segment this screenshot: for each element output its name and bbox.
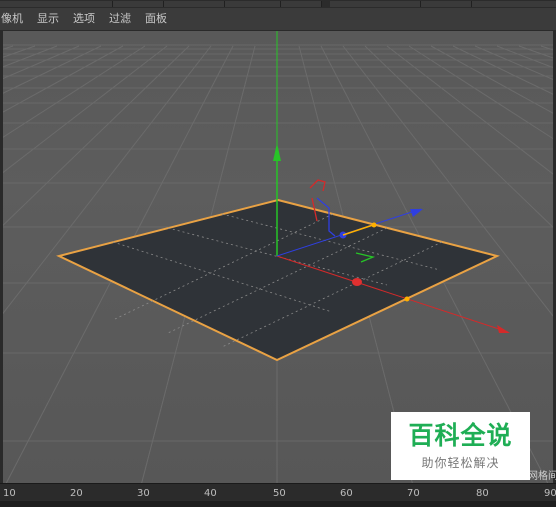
menu-camera[interactable]: 像机 — [1, 12, 23, 26]
viewport-menu-bar: 像机 显示 选项 过滤 面板 — [0, 8, 556, 31]
timeline-tick-label: 40 — [204, 488, 217, 499]
point-handle-1[interactable] — [371, 222, 377, 228]
timeline-tick-label: 20 — [70, 488, 83, 499]
menu-options[interactable]: 选项 — [73, 12, 95, 26]
menu-filter[interactable]: 过滤 — [109, 12, 131, 26]
menu-panel[interactable]: 面板 — [145, 12, 167, 26]
point-handle-2[interactable] — [404, 296, 410, 302]
watermark-subtitle: 助你轻松解决 — [421, 456, 500, 470]
timeline-tick-label: 50 — [273, 488, 286, 499]
x-axis-handle-dot[interactable] — [352, 278, 362, 286]
grid-spacing-label: 网格间 — [528, 471, 556, 482]
timeline-tick-label: 70 — [407, 488, 420, 499]
timeline-tick-label: 30 — [137, 488, 150, 499]
window-top-strip — [0, 0, 556, 8]
timeline-ruler[interactable]: 10 20 30 40 50 60 70 80 90 — [0, 483, 556, 507]
timeline-tick-label: 60 — [340, 488, 353, 499]
menu-display[interactable]: 显示 — [37, 12, 59, 26]
watermark-title: 百科全说 — [408, 421, 513, 450]
timeline-track[interactable] — [0, 501, 556, 507]
timeline-tick-label: 90 — [544, 488, 556, 499]
timeline-tick-label: 10 — [3, 488, 16, 499]
watermark-badge: 百科全说 助你轻松解决 — [391, 412, 530, 480]
timeline-tick-label: 80 — [476, 488, 489, 499]
